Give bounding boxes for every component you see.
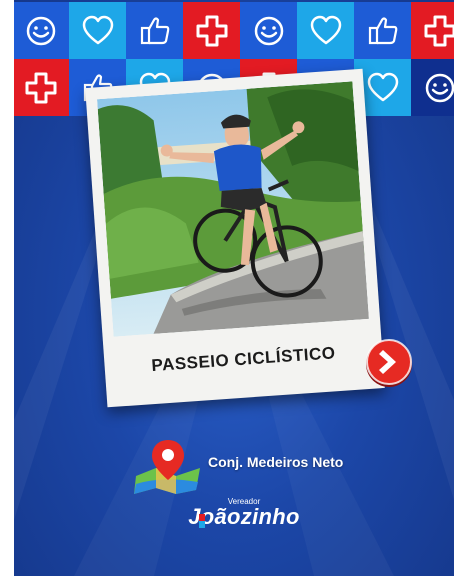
brand-accent-mark <box>199 514 205 528</box>
icon-tile <box>354 2 411 59</box>
icon-tile <box>183 2 240 59</box>
heart-icon <box>310 15 341 44</box>
map-pin-icon <box>134 440 200 494</box>
medical-cross-icon <box>196 15 227 46</box>
icon-tile <box>297 2 354 59</box>
icon-tile <box>14 2 69 59</box>
icon-tile <box>126 2 183 59</box>
medical-cross-icon <box>25 72 56 103</box>
screen: PASSEIO CICLÍSTICO Conj. Medeiros Neto V… <box>0 0 462 576</box>
icon-tile <box>14 59 69 116</box>
poster: PASSEIO CICLÍSTICO Conj. Medeiros Neto V… <box>14 0 454 576</box>
brand-logo: Vereador Joãozinho <box>179 497 309 541</box>
icon-tile <box>69 2 126 59</box>
photo-caption: PASSEIO CICLÍSTICO <box>150 343 337 376</box>
heart-icon <box>367 72 398 101</box>
thumbs-up-icon <box>140 16 169 44</box>
icon-tile <box>240 2 297 59</box>
heart-icon <box>82 15 113 44</box>
thumbs-up-icon <box>368 16 397 44</box>
cyclist-photo <box>96 81 369 337</box>
location-label: Conj. Medeiros Neto <box>208 454 344 470</box>
icon-tile <box>411 2 454 59</box>
smiley-icon <box>425 73 454 102</box>
location-block: Conj. Medeiros Neto <box>132 436 382 494</box>
icon-tile <box>411 59 454 116</box>
medical-cross-icon <box>424 15 454 46</box>
smiley-icon <box>254 16 283 45</box>
polaroid-photo-card: PASSEIO CICLÍSTICO <box>85 68 385 408</box>
next-arrow-button[interactable] <box>364 338 414 388</box>
smiley-icon <box>26 16 55 45</box>
